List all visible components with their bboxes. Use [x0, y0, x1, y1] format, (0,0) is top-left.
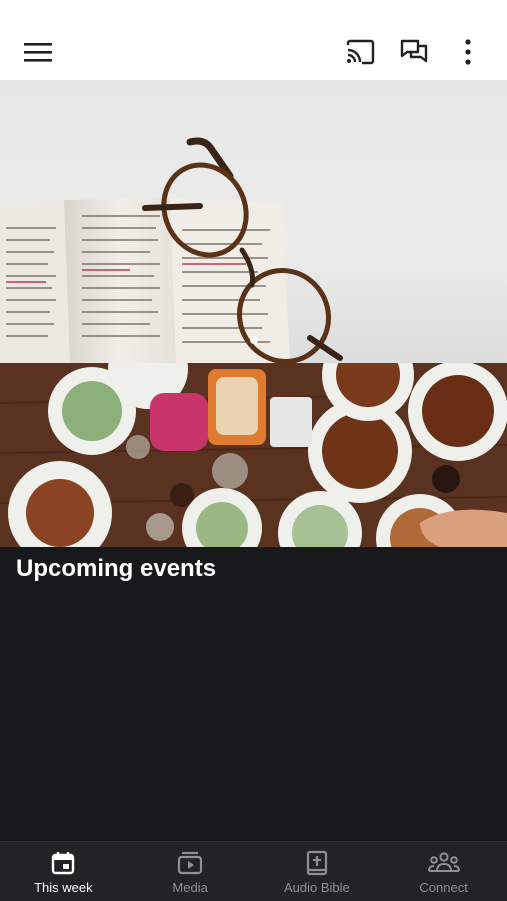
nav-this-week[interactable]: This week — [0, 842, 127, 901]
nav-media[interactable]: Media — [127, 842, 254, 901]
menu-button[interactable] — [18, 32, 58, 72]
nav-label-this-week: This week — [34, 880, 93, 895]
nav-label-media: Media — [172, 880, 208, 895]
nav-connect[interactable]: Connect — [380, 842, 507, 901]
calendar-icon — [52, 852, 75, 875]
nav-label-connect: Connect — [419, 880, 468, 895]
nav-label-audio-bible: Audio Bible — [283, 880, 350, 895]
event-photo[interactable] — [0, 363, 507, 547]
carousel-slide-image[interactable] — [0, 80, 507, 363]
bottom-navigation: This week Media Audio Bible Connect — [0, 841, 507, 901]
bible-with-glasses-photo — [0, 137, 343, 363]
upcoming-events-title: Upcoming events — [16, 555, 217, 582]
cast-button[interactable] — [340, 32, 380, 72]
people-group-icon — [427, 852, 460, 872]
app-header — [0, 0, 507, 81]
dinner-table-photo — [0, 363, 507, 547]
play-video-icon — [178, 851, 203, 875]
carousel-indicators — [0, 335, 507, 345]
hamburger-menu-icon — [24, 43, 52, 62]
nav-audio-bible[interactable]: Audio Bible — [254, 842, 381, 901]
carousel-dot-active[interactable] — [249, 336, 258, 344]
more-options-button[interactable] — [448, 32, 488, 72]
cast-icon — [346, 39, 375, 65]
chat-button[interactable] — [394, 32, 434, 72]
chat-bubbles-icon — [400, 39, 428, 63]
bible-cross-icon — [306, 850, 327, 876]
more-vertical-icon — [465, 39, 471, 65]
